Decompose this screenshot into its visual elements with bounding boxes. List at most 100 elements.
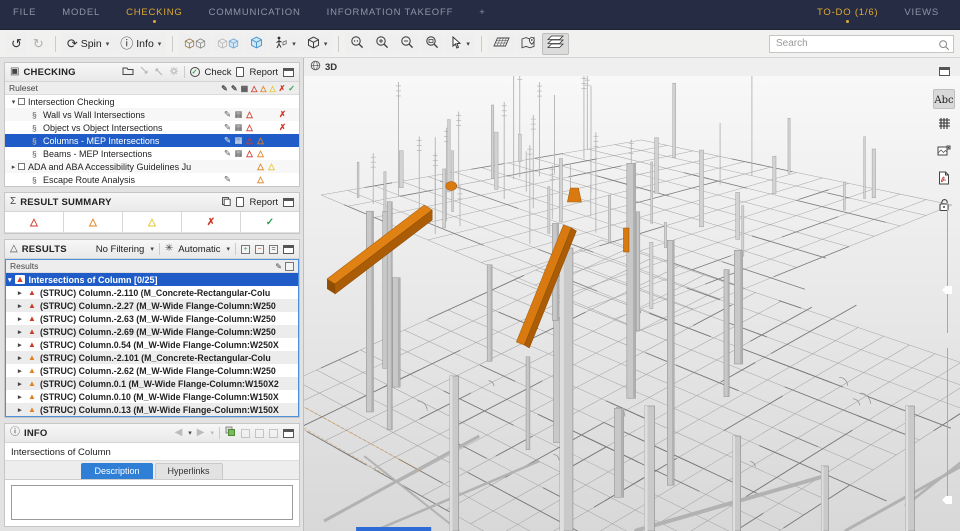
nav-prev-icon[interactable]: ◀	[175, 428, 183, 438]
redo-button[interactable]: ↻	[28, 33, 49, 55]
check-button[interactable]: Check	[205, 67, 232, 78]
undo-button[interactable]: ↺	[6, 33, 27, 55]
zoom-in-button[interactable]	[370, 33, 394, 55]
filtering-caret-icon: ▾	[150, 245, 154, 253]
zoom-in-icon	[375, 35, 389, 52]
attach-icon[interactable]	[241, 429, 250, 438]
summary-window-icon[interactable]	[283, 198, 294, 207]
rule-row[interactable]: §Object vs Object Intersections✎▦△✗	[5, 121, 299, 134]
zoom-window-button[interactable]	[420, 33, 444, 55]
expander-icon[interactable]: ▸	[18, 354, 25, 362]
expander-icon[interactable]: ▸	[9, 163, 18, 171]
checkbox[interactable]	[18, 98, 25, 105]
3d-model-canvas[interactable]	[304, 76, 960, 531]
snapshot-button[interactable]	[933, 143, 955, 163]
result-row[interactable]: ▸▲(STRUC) Column.0.1 (M_W-Wide Flange-Co…	[6, 377, 298, 390]
expander-icon[interactable]: ▸	[18, 289, 25, 297]
rule-row[interactable]: §Columns - MEP Intersections✎▦△△	[5, 134, 299, 147]
nav-prev-caret-icon[interactable]: ▾	[188, 429, 192, 437]
result-row[interactable]: ▸▲(STRUC) Column.0.54 (M_W-Wide Flange-C…	[6, 338, 298, 351]
lock-open-button[interactable]	[933, 197, 955, 217]
checking-window-icon[interactable]	[283, 68, 294, 77]
collapse-all-icon[interactable]: −	[255, 245, 264, 254]
results-pencil-icon[interactable]: ✎	[275, 262, 282, 271]
search-input[interactable]	[769, 35, 954, 53]
expander-icon[interactable]: ▸	[18, 302, 25, 310]
result-row[interactable]: ▸▲(STRUC) Column.-2.101 (M_Concrete-Rect…	[6, 351, 298, 364]
expander-icon[interactable]: ▸	[18, 328, 25, 336]
expander-icon[interactable]: ▸	[18, 393, 25, 401]
grid-button[interactable]	[933, 116, 955, 136]
result-row[interactable]: ▸▲(STRUC) Column.-2.27 (M_W-Wide Flange-…	[6, 299, 298, 312]
result-row[interactable]: ▸▲(STRUC) Column.0.10 (M_W-Wide Flange-C…	[6, 390, 298, 403]
zoom-out-button[interactable]	[395, 33, 419, 55]
view-direction-button[interactable]: ▾	[302, 33, 333, 55]
highlight-component-button[interactable]	[245, 33, 268, 55]
rule-row[interactable]: §Beams - MEP Intersections✎▦△△	[5, 147, 299, 160]
results-camera-icon[interactable]	[285, 262, 294, 271]
show-all-components-button[interactable]	[179, 33, 211, 55]
section-plane-button[interactable]	[488, 33, 515, 55]
filtering-dropdown[interactable]: No Filtering	[96, 244, 145, 255]
show-selected-components-button[interactable]	[212, 33, 244, 55]
gear-icon[interactable]	[169, 63, 179, 81]
checkbox[interactable]	[18, 163, 25, 170]
menu-item-todo[interactable]: TO-DO (1/6)	[804, 0, 891, 29]
info-window-icon[interactable]	[283, 429, 294, 438]
note-icon[interactable]	[269, 429, 278, 438]
description-textarea[interactable]	[11, 485, 293, 520]
result-row[interactable]: ▸▲(STRUC) Column.-2.63 (M_W-Wide Flange-…	[6, 312, 298, 325]
expander-icon[interactable]: ▸	[18, 380, 25, 388]
result-row[interactable]: ▸▲(STRUC) Column.0.13 (M_W-Wide Flange-C…	[6, 403, 298, 416]
checking-report-button[interactable]: Report	[249, 67, 278, 78]
summary-report-button[interactable]: Report	[249, 197, 278, 208]
minimap-button[interactable]	[516, 33, 541, 55]
expander-icon[interactable]: ▸	[18, 406, 25, 414]
select-tool-button[interactable]: ▾	[445, 33, 475, 55]
info-mode-button[interactable]: ⓘInfo▾	[115, 33, 166, 55]
walk-mode-button[interactable]: ▾	[269, 33, 301, 55]
expander-icon[interactable]: ▾	[9, 98, 18, 106]
rule-row[interactable]: §Wall vs Wall Intersections✎▦△✗	[5, 108, 299, 121]
spin-mode-button[interactable]: ⟳Spin▾	[62, 33, 114, 55]
menu-item-file[interactable]: FILE	[0, 0, 49, 29]
zoom-all-button[interactable]	[345, 33, 369, 55]
pdf-export-button[interactable]	[933, 170, 955, 190]
menu-item-model[interactable]: MODEL	[49, 0, 113, 29]
clipboard-icon[interactable]	[221, 193, 231, 211]
results-list: Results ✎ ▾ ▲ Intersections of Column [0…	[5, 259, 299, 417]
menu-item-information-takeoff[interactable]: INFORMATION TAKEOFF	[314, 0, 467, 29]
menu-item-communication[interactable]: COMMUNICATION	[196, 0, 314, 29]
floor-layers-button[interactable]	[542, 33, 569, 55]
expander-icon[interactable]: ▸	[18, 341, 25, 349]
tab-description[interactable]: Description	[81, 463, 152, 479]
expander-icon[interactable]: ▸	[18, 367, 25, 375]
result-row[interactable]: ▸▲(STRUC) Column.-2.110 (M_Concrete-Rect…	[6, 286, 298, 299]
import-icon[interactable]	[139, 63, 149, 81]
menu-item-checking[interactable]: CHECKING	[113, 0, 196, 29]
text-labels-button[interactable]: Abc	[933, 89, 955, 109]
automatic-dropdown[interactable]: Automatic	[178, 244, 220, 255]
nav-next-icon[interactable]: ▶	[197, 428, 205, 438]
result-row[interactable]: ▸▲(STRUC) Column.-2.62 (M_W-Wide Flange-…	[6, 364, 298, 377]
menu-item-views[interactable]: VIEWS	[891, 0, 952, 29]
export-icon[interactable]	[154, 63, 164, 81]
group-by-icon[interactable]: =	[269, 245, 278, 254]
tab-hyperlinks[interactable]: Hyperlinks	[155, 463, 223, 479]
expander-icon[interactable]: ▸	[18, 315, 25, 323]
results-window-icon[interactable]	[283, 245, 294, 254]
results-group-row[interactable]: ▾ ▲ Intersections of Column [0/25]	[6, 273, 298, 286]
checking-icon: ▣	[10, 67, 19, 77]
open-ruleset-icon[interactable]	[122, 63, 134, 81]
rule-row[interactable]: ▾Intersection Checking	[5, 95, 299, 108]
rule-row[interactable]: §Escape Route Analysis✎△	[5, 173, 299, 186]
menu-item-add-tab[interactable]: +	[466, 0, 498, 29]
result-row[interactable]: ▸▲(STRUC) Column.-2.69 (M_W-Wide Flange-…	[6, 325, 298, 338]
nav-next-caret-icon[interactable]: ▾	[210, 429, 214, 437]
group-expander-icon[interactable]: ▾	[8, 276, 12, 284]
rule-row[interactable]: ▸ADA and ABA Accessibility Guidelines Ju…	[5, 160, 299, 173]
float-window-button[interactable]	[933, 62, 955, 82]
linked-docs-icon[interactable]	[225, 424, 236, 442]
expand-all-icon[interactable]: +	[241, 245, 250, 254]
camera-icon[interactable]	[255, 429, 264, 438]
